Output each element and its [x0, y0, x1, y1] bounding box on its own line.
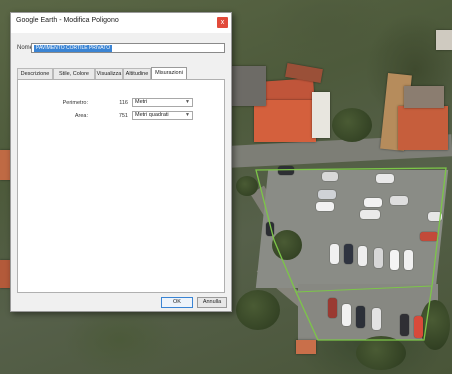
- edit-polygon-dialog: Google Earth - Modifica Poligono x Nome:…: [10, 12, 232, 312]
- dialog-titlebar[interactable]: Google Earth - Modifica Poligono x: [11, 13, 231, 33]
- name-field[interactable]: PAVIMENTO CORTILE PRIVATO: [31, 43, 225, 53]
- close-button[interactable]: x: [217, 17, 228, 28]
- tab-style-color[interactable]: Stile, Colore: [53, 68, 95, 79]
- screenshot: Google Earth - Modifica Poligono x Nome:…: [0, 0, 452, 374]
- polygon-shape[interactable]: [255, 167, 447, 341]
- tab-description[interactable]: Descrizione: [17, 68, 53, 79]
- chevron-down-icon: ▼: [185, 99, 190, 105]
- dialog-title: Google Earth - Modifica Poligono: [16, 17, 119, 24]
- perimeter-value: 116: [119, 100, 128, 106]
- area-unit-select[interactable]: Metri quadrati ▼: [132, 111, 193, 120]
- perimeter-label: Perimetro:: [62, 100, 88, 106]
- cancel-button[interactable]: Annulla: [197, 297, 227, 308]
- close-icon: x: [220, 19, 225, 26]
- perimeter-unit: Metri: [135, 99, 148, 105]
- area-unit: Metri quadrati: [135, 112, 169, 118]
- perimeter-unit-select[interactable]: Metri ▼: [132, 98, 193, 107]
- ok-button[interactable]: OK: [161, 297, 193, 308]
- area-value: 751: [118, 113, 128, 119]
- name-field-value: PAVIMENTO CORTILE PRIVATO: [34, 45, 113, 52]
- tab-altitude[interactable]: Altitudine: [123, 68, 151, 79]
- chevron-down-icon: ▼: [185, 112, 190, 118]
- measurements-panel: Perimetro: 116 Metri ▼ Area: 751 Metri q…: [17, 79, 225, 293]
- tab-view[interactable]: Visualizza: [95, 68, 123, 79]
- area-label: Area:: [74, 113, 88, 119]
- polygon-edge: [295, 285, 433, 293]
